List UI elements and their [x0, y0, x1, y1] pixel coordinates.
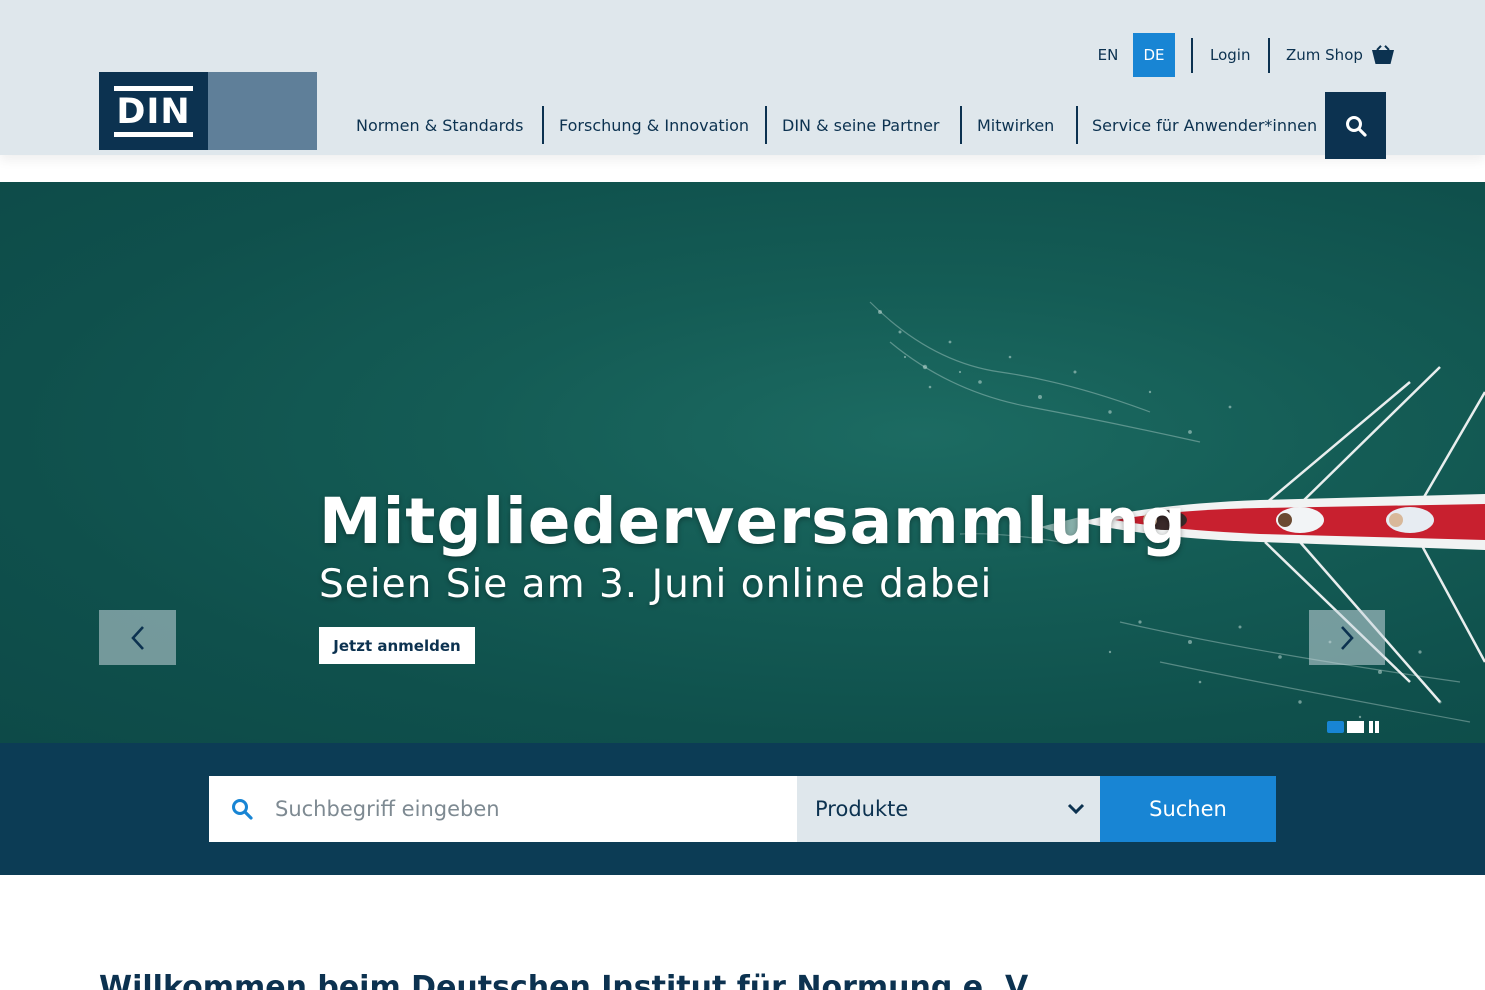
language-en[interactable]: EN — [1087, 33, 1129, 77]
search-field-icon — [209, 776, 275, 842]
divider — [1191, 38, 1193, 73]
nav-item-forschung[interactable]: Forschung & Innovation — [559, 106, 749, 144]
nav-divider — [960, 106, 962, 144]
nav-divider — [1076, 106, 1078, 144]
search-icon — [1345, 115, 1367, 137]
search-input[interactable] — [275, 776, 797, 842]
login-label: Login — [1210, 46, 1251, 64]
din-logo[interactable]: DIN — [99, 72, 317, 150]
search-band: Produkte Suchen — [0, 743, 1485, 875]
category-select[interactable]: Produkte — [797, 776, 1100, 842]
hero-carousel: Mitgliederversammlung Seien Sie am 3. Ju… — [0, 182, 1485, 743]
nav-item-mitwirken[interactable]: Mitwirken — [977, 106, 1054, 144]
pause-icon[interactable] — [1369, 721, 1379, 733]
carousel-next-button[interactable] — [1309, 610, 1385, 665]
chevron-left-icon — [130, 625, 144, 650]
logo-text: DIN — [116, 91, 191, 132]
login-link[interactable]: Login — [1210, 33, 1250, 77]
nav-item-normen[interactable]: Normen & Standards — [356, 106, 523, 144]
welcome-heading: Willkommen beim Deutschen Institut für N… — [99, 970, 1036, 990]
carousel-indicators — [1327, 721, 1379, 733]
register-button[interactable]: Jetzt anmelden — [319, 627, 475, 664]
nav-item-service[interactable]: Service für Anwender*innen — [1092, 106, 1317, 144]
header-search-button[interactable] — [1325, 92, 1386, 159]
category-select-value: Produkte — [815, 797, 909, 821]
search-field — [209, 776, 797, 842]
nav-divider — [542, 106, 544, 144]
shop-link[interactable]: Zum Shop — [1286, 33, 1395, 77]
hero-title: Mitgliederversammlung — [319, 485, 1187, 558]
language-de[interactable]: DE — [1133, 33, 1175, 77]
shop-label: Zum Shop — [1286, 46, 1363, 64]
logo-panel — [208, 72, 317, 150]
chevron-right-icon — [1341, 625, 1354, 650]
carousel-dot-2[interactable] — [1347, 721, 1364, 733]
search-submit-button[interactable]: Suchen — [1100, 776, 1276, 842]
nav-item-partner[interactable]: DIN & seine Partner — [782, 106, 940, 144]
search-icon — [232, 799, 253, 820]
chevron-down-icon — [1067, 803, 1085, 815]
rowing-boat-image — [1040, 366, 1485, 703]
logo-mark: DIN — [99, 72, 208, 150]
divider — [1268, 38, 1270, 73]
basket-icon — [1371, 45, 1394, 64]
site-header: DIN EN DE Login Zum Shop Normen & Standa… — [0, 0, 1485, 159]
hero-subtitle: Seien Sie am 3. Juni online dabei — [319, 562, 993, 607]
carousel-dot-1[interactable] — [1327, 721, 1344, 733]
nav-divider — [765, 106, 767, 144]
carousel-prev-button[interactable] — [99, 610, 176, 665]
